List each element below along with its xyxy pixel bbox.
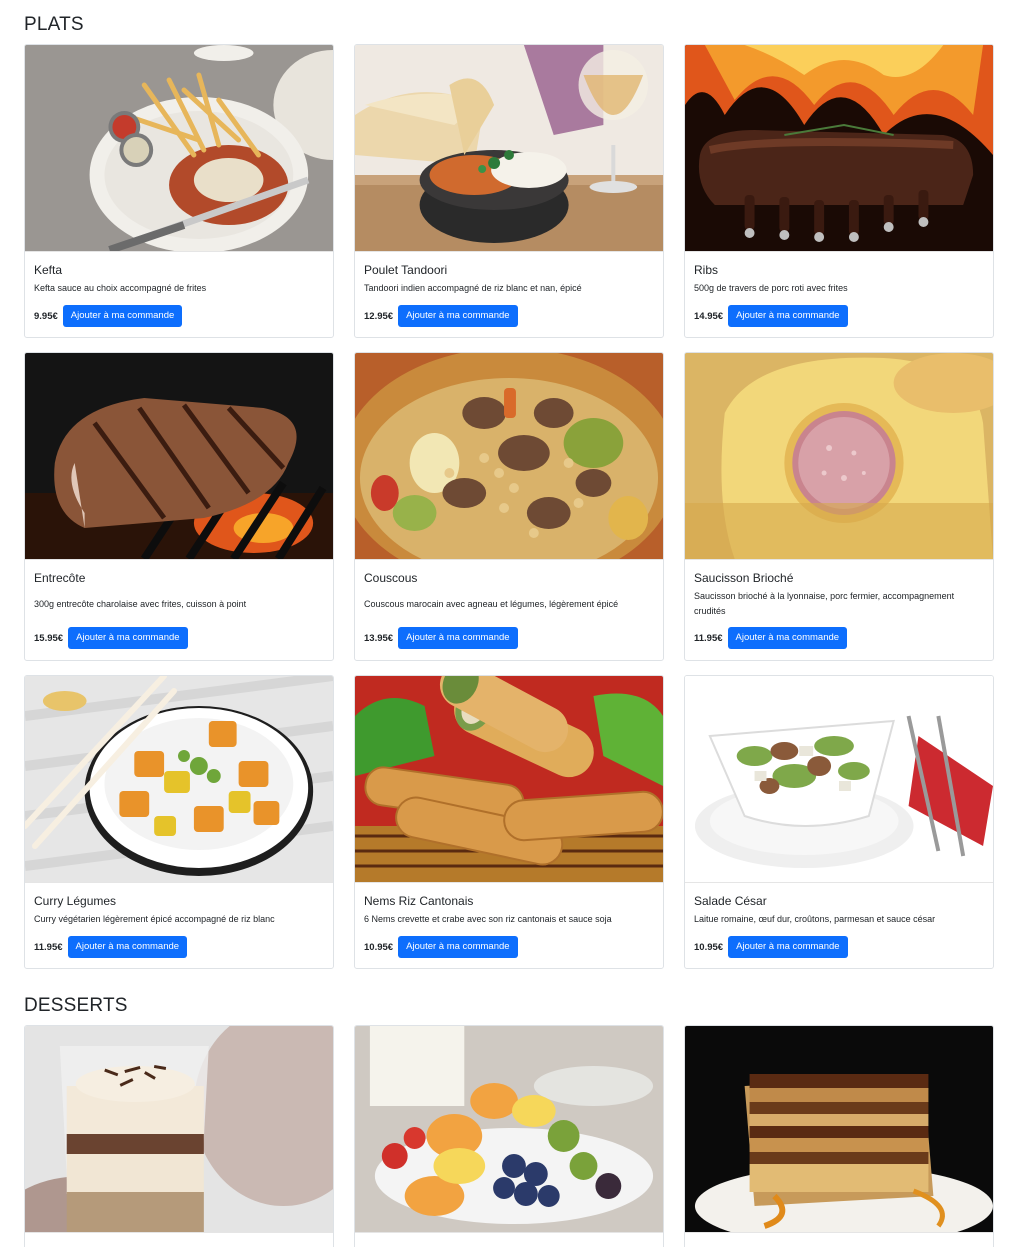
dish-price: 11.95€ [694,632,723,644]
dessert-image-tiramisu [25,1026,333,1233]
dessert-image-opera [685,1026,993,1233]
dish-description: Curry végétarien légèrement épicé accomp… [34,914,275,924]
add-to-order-button[interactable]: Ajouter à ma commande [67,936,188,958]
dish-image-poulet-tandoori [355,45,663,252]
section-title-plats: PLATS [24,14,84,35]
dish-name: Poulet Tandoori [364,263,448,277]
dish-image-ribs [685,45,993,252]
dish-name: Entrecôte [34,571,86,585]
price-row: 9.95€ Ajouter à ma commande [34,305,183,327]
add-to-order-button[interactable]: Ajouter à ma commande [68,627,188,649]
menu-card-salade-cesar: Salade César Laitue romaine, œuf dur, cr… [684,675,994,969]
dish-description: Couscous marocain avec agneau et légumes… [364,599,619,609]
dish-image-curry-legumes [25,676,333,883]
menu-card-ribs: Ribs 500g de travers de porc roti avec f… [684,44,994,338]
section-title-desserts: DESSERTS [24,995,128,1016]
dish-image-kefta [25,45,333,252]
add-to-order-button[interactable]: Ajouter à ma commande [728,936,848,958]
dish-description: Saucisson brioché à la lyonnaise, porc f… [694,591,955,616]
dish-price: 14.95€ [694,310,724,322]
dish-price: 10.95€ [364,941,394,953]
menu-card-curry-legumes: Curry Légumes Curry végétarien légèremen… [24,675,334,969]
add-to-order-button[interactable]: Ajouter à ma commande [398,936,518,958]
dish-price: 15.95€ [34,632,64,644]
menu-card-dessert-3 [684,1025,994,1247]
dish-image-couscous [355,353,663,560]
menu-card-saucisson-brioche: Saucisson Brioché Saucisson brioché à la… [684,352,994,661]
dish-name: Couscous [364,571,418,585]
price-row: 15.95€ Ajouter à ma commande [34,627,188,649]
dish-image-salade-cesar [685,676,993,883]
menu-card-couscous: Couscous Couscous marocain avec agneau e… [354,352,664,661]
dish-price: 9.95€ [34,310,58,322]
add-to-order-button[interactable]: Ajouter à ma commande [727,627,848,649]
dish-price: 10.95€ [694,941,724,953]
menu-card-dessert-2 [354,1025,664,1247]
add-to-order-button[interactable]: Ajouter à ma commande [728,305,848,327]
menu-page: PLATS Kefta Kefta sauce au choix accompa… [0,0,1011,1247]
price-row: 13.95€ Ajouter à ma commande [364,627,518,649]
dish-description: Laitue romaine, œuf dur, croûtons, parme… [694,914,936,924]
dish-image-entrecote [25,353,333,560]
price-row: 11.95€ Ajouter à ma commande [694,627,848,649]
dish-name: Nems Riz Cantonais [364,894,474,908]
dish-description: 300g entrecôte charolaise avec frites, c… [34,599,247,609]
price-row: 11.95€ Ajouter à ma commande [34,936,188,958]
menu-card-nems-riz-cantonais: Nems Riz Cantonais 6 Nems crevette et cr… [354,675,664,969]
price-row: 10.95€ Ajouter à ma commande [364,936,518,958]
add-to-order-button[interactable]: Ajouter à ma commande [398,627,518,649]
dish-description: Tandoori indien accompagné de riz blanc … [364,283,582,293]
dish-description: 500g de travers de porc roti avec frites [694,283,848,293]
dish-image-nems-riz-cantonais [355,676,663,883]
price-row: 12.95€ Ajouter à ma commande [364,305,518,327]
dish-name: Kefta [34,263,63,277]
menu-card-kefta: Kefta Kefta sauce au choix accompagné de… [24,44,334,338]
dish-name: Ribs [694,263,719,277]
menu-card-entrecote: Entrecôte 300g entrecôte charolaise avec… [24,352,334,661]
dish-price: 13.95€ [364,632,394,644]
price-row: 14.95€ Ajouter à ma commande [694,305,848,327]
dessert-image-salade-de-fruits [355,1026,663,1233]
add-to-order-button[interactable]: Ajouter à ma commande [398,305,518,327]
price-row: 10.95€ Ajouter à ma commande [694,936,848,958]
dish-name: Salade César [694,894,767,908]
dish-name: Saucisson Brioché [694,571,794,585]
add-to-order-button[interactable]: Ajouter à ma commande [62,305,183,327]
dish-name: Curry Légumes [34,894,117,908]
menu-card-dessert-1 [24,1025,334,1247]
menu-card-poulet-tandoori: Poulet Tandoori Tandoori indien accompag… [354,44,664,338]
dish-description: Kefta sauce au choix accompagné de frite… [34,283,207,293]
dish-price: 11.95€ [34,941,63,953]
dish-description: 6 Nems crevette et crabe avec son riz ca… [364,914,612,924]
dish-image-saucisson-brioche [685,353,993,560]
dish-price: 12.95€ [364,310,394,322]
